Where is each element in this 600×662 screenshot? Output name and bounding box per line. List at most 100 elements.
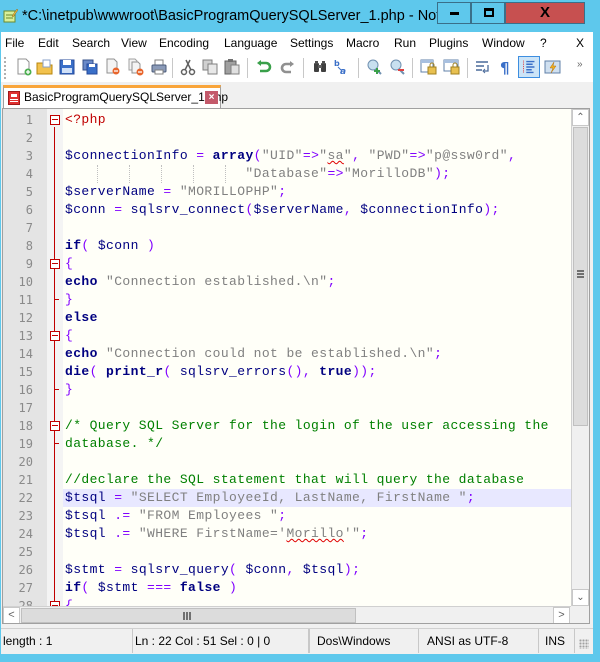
minimize-button[interactable] <box>437 2 471 24</box>
code-line[interactable]: 8 if( $conn ) <box>26 237 589 255</box>
menu-plugins[interactable]: Plugins <box>429 36 468 50</box>
menu-search[interactable]: Search <box>72 36 110 50</box>
show-all-chars-icon[interactable]: ¶ <box>497 58 515 76</box>
menu-help[interactable]: ? <box>540 36 547 50</box>
code-token: .= <box>106 508 139 523</box>
cut-icon[interactable] <box>179 58 197 76</box>
line-number: 6 <box>25 203 33 217</box>
fold-end-marker <box>54 389 59 390</box>
redo-icon[interactable] <box>278 58 296 76</box>
scroll-right-button[interactable]: > <box>553 607 570 623</box>
menu-settings[interactable]: Settings <box>290 36 333 50</box>
code-line[interactable]: 19 database. */ <box>19 435 589 453</box>
menu-language[interactable]: Language <box>224 36 277 50</box>
status-encoding[interactable]: ANSI as UTF-8 <box>419 629 539 653</box>
zoom-out-icon[interactable] <box>389 58 407 76</box>
close-document-button[interactable]: X <box>576 36 584 50</box>
horizontal-scroll-thumb[interactable] <box>21 608 356 623</box>
code-line[interactable]: 14 echo "Connection could not be establis… <box>19 345 589 363</box>
menu-edit[interactable]: Edit <box>38 36 59 50</box>
code-text: /* Query SQL Server for the login of the… <box>65 418 549 433</box>
code-line[interactable]: 3 $connectionInfo = array("UID"=>"sa", "P… <box>26 147 589 165</box>
code-editor[interactable]: 1 <?php 2 3 $connectionInfo = array("UID"=>"… <box>2 108 590 624</box>
vertical-scrollbar[interactable]: ⌃ ⌄ <box>571 109 589 606</box>
print-icon[interactable] <box>150 58 168 76</box>
vertical-scroll-thumb[interactable] <box>573 127 588 426</box>
code-line[interactable]: 25 <box>19 543 589 561</box>
scroll-down-button[interactable]: ⌄ <box>572 589 589 606</box>
code-token: ); <box>434 166 451 181</box>
indent-guide-icon[interactable] <box>518 56 540 78</box>
code-line[interactable]: 16} <box>19 381 589 399</box>
menu-encoding[interactable]: Encoding <box>159 36 209 50</box>
code-line[interactable]: 24 $tsql .= "WHERE FirstName='Morillo'"; <box>19 525 589 543</box>
close-window-button[interactable]: X <box>505 2 585 24</box>
toolbar-overflow-button[interactable]: » <box>577 59 583 70</box>
code-line[interactable]: 23 $tsql .= "FROM Employees "; <box>19 507 589 525</box>
code-line[interactable]: 22 $tsql = "SELECT EmployeeId, LastName, … <box>19 489 589 507</box>
scroll-left-button[interactable]: < <box>3 607 20 623</box>
code-line[interactable]: 11} <box>19 291 589 309</box>
code-token: else <box>65 310 98 325</box>
tab-basicprogramquerysqlserver[interactable]: BasicProgramQuerySQLServer_1.php × <box>3 85 228 108</box>
word-wrap-icon[interactable] <box>474 58 492 76</box>
zoom-in-icon[interactable] <box>366 58 384 76</box>
sync-vertical-icon[interactable] <box>420 58 438 76</box>
save-all-icon[interactable] <box>81 58 99 76</box>
code-line[interactable]: 1 <?php <box>26 111 589 129</box>
close-all-icon[interactable] <box>127 58 145 76</box>
status-eol[interactable]: Dos\Windows <box>308 629 419 653</box>
menu-window[interactable]: Window <box>482 36 525 50</box>
code-line[interactable]: 5 $serverName = "MORILLOPHP"; <box>26 183 589 201</box>
new-file-icon[interactable] <box>15 58 33 76</box>
code-line[interactable]: 12 else <box>19 309 589 327</box>
code-line[interactable]: 9{ <box>26 255 589 273</box>
code-area[interactable]: 1 <?php 2 3 $connectionInfo = array("UID"=>"… <box>19 109 589 623</box>
save-icon[interactable] <box>58 58 76 76</box>
menu-run[interactable]: Run <box>394 36 416 50</box>
user-language-icon[interactable] <box>544 58 562 76</box>
tab-close-icon[interactable]: × <box>205 91 218 104</box>
replace-icon[interactable]: ba <box>333 58 351 76</box>
title-bar[interactable]: *C:\inetpub\wwwroot\BasicProgramQuerySQL… <box>0 0 600 32</box>
fold-margin[interactable] <box>47 109 63 623</box>
close-file-icon[interactable] <box>104 58 122 76</box>
code-token: $conn <box>245 562 287 577</box>
paste-icon[interactable] <box>223 58 241 76</box>
code-line[interactable]: 7 <box>26 219 589 237</box>
fold-collapse-icon[interactable] <box>50 259 60 269</box>
menu-macro[interactable]: Macro <box>346 36 379 50</box>
code-line[interactable]: 6 $conn = sqlsrv_connect($serverName, $co… <box>26 201 589 219</box>
horizontal-scrollbar[interactable]: < > <box>3 606 571 623</box>
status-position[interactable]: Ln : 22 Col : 51 Sel : 0 | 0 <box>133 629 309 653</box>
code-token: = <box>155 184 180 199</box>
code-line[interactable]: 2 <box>26 129 589 147</box>
fold-collapse-icon[interactable] <box>50 115 60 125</box>
maximize-button[interactable] <box>471 2 505 24</box>
code-line[interactable]: 15 die( print_r( sqlsrv_errors(), true)); <box>19 363 589 381</box>
code-line[interactable]: 20 <box>19 453 589 471</box>
code-line[interactable]: 26 $stmt = sqlsrv_query( $conn, $tsql); <box>19 561 589 579</box>
menu-view[interactable]: View <box>121 36 147 50</box>
code-line[interactable]: 18 /* Query SQL Server for the login of t… <box>19 417 589 435</box>
copy-icon[interactable] <box>201 58 219 76</box>
sync-horizontal-icon[interactable] <box>443 58 461 76</box>
code-token: false <box>179 580 221 595</box>
code-line[interactable]: 17 <box>19 399 589 417</box>
code-line[interactable]: 13 { <box>19 327 589 345</box>
resize-grip-icon[interactable] <box>579 639 589 649</box>
scroll-up-button[interactable]: ⌃ <box>572 109 589 126</box>
fold-collapse-icon[interactable] <box>50 331 60 341</box>
open-file-icon[interactable] <box>36 58 54 76</box>
code-token: "MORILLOPHP" <box>179 184 279 199</box>
fold-collapse-icon[interactable] <box>50 421 60 431</box>
code-line[interactable]: 27 if( $stmt === false ) <box>19 579 589 597</box>
code-line[interactable]: 4 "Database"=>"MorilloDB"); <box>26 165 589 183</box>
code-line[interactable]: 10 echo "Connection established.\n"; <box>19 273 589 291</box>
menu-file[interactable]: File <box>5 36 24 50</box>
toolbar-grip[interactable] <box>4 57 6 79</box>
status-insert-mode[interactable]: INS <box>539 629 575 653</box>
undo-icon[interactable] <box>255 58 273 76</box>
find-icon[interactable] <box>311 58 329 76</box>
code-line[interactable]: 21 //declare the SQL statement that will … <box>19 471 589 489</box>
